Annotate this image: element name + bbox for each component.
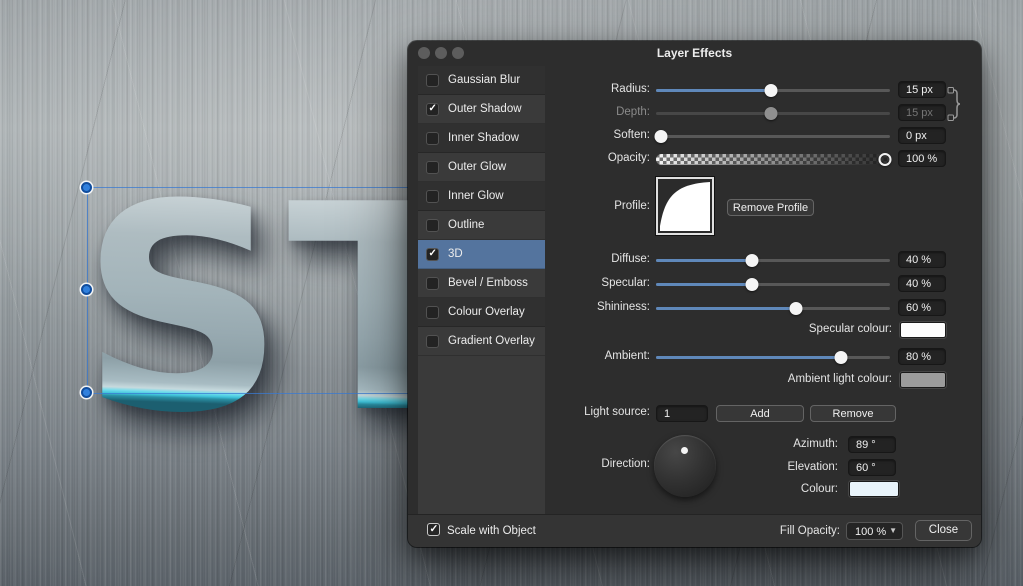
effect-label: Gradient Overlay: [448, 335, 535, 347]
depth-label: Depth:: [528, 106, 650, 118]
ambient-light-colour-label: Ambient light colour:: [688, 373, 892, 385]
light-source-label: Light source:: [528, 406, 650, 418]
azimuth-field[interactable]: 89 °: [848, 436, 896, 453]
azimuth-label: Azimuth:: [638, 438, 838, 450]
effect-label: Inner Glow: [448, 190, 504, 202]
effect-row[interactable]: Bevel / Emboss: [418, 269, 545, 298]
effect-checkbox[interactable]: [426, 219, 439, 232]
title-bar[interactable]: Layer Effects: [408, 41, 981, 66]
effect-row[interactable]: Gradient Overlay: [418, 327, 545, 356]
effect-checkbox[interactable]: [426, 190, 439, 203]
effect-label: Colour Overlay: [448, 306, 525, 318]
opacity-slider-knob[interactable]: [879, 153, 892, 166]
effect-checkbox[interactable]: [426, 306, 439, 319]
shininess-field[interactable]: 60 %: [898, 299, 946, 316]
effect-row[interactable]: Gaussian Blur: [418, 66, 545, 95]
specular-colour-swatch[interactable]: [900, 322, 946, 338]
colour-label: Colour:: [638, 483, 838, 495]
effect-row[interactable]: Inner Shadow: [418, 124, 545, 153]
dialog-footer: Scale with Object Fill Opacity: 100 % ▼ …: [408, 514, 981, 547]
profile-curve-thumbnail[interactable]: [656, 177, 714, 235]
effect-checkbox[interactable]: [426, 132, 439, 145]
specular-field[interactable]: 40 %: [898, 275, 946, 292]
elevation-field[interactable]: 60 °: [848, 459, 896, 476]
effect-label: Bevel / Emboss: [448, 277, 528, 289]
shininess-label: Shininess:: [528, 301, 650, 313]
window-title: Layer Effects: [408, 46, 981, 60]
radius-slider[interactable]: [656, 84, 890, 97]
opacity-label: Opacity:: [528, 152, 650, 164]
profile-label: Profile:: [528, 200, 650, 212]
effect-row[interactable]: Outline: [418, 211, 545, 240]
ambient-light-colour-swatch[interactable]: [900, 372, 946, 388]
remove-profile-button[interactable]: Remove Profile: [727, 199, 814, 216]
effect-label: Outer Shadow: [448, 103, 522, 115]
effect-label: Inner Shadow: [448, 132, 519, 144]
fill-opacity-label: Fill Opacity:: [730, 525, 840, 537]
effect-checkbox[interactable]: [426, 103, 439, 116]
depth-slider: [656, 107, 890, 120]
radius-label: Radius:: [528, 83, 650, 95]
chevron-down-icon: ▼: [889, 526, 897, 535]
effects-list: Gaussian Blur Outer Shadow Inner Shadow …: [418, 66, 545, 515]
effect-row[interactable]: Outer Glow: [418, 153, 545, 182]
ambient-label: Ambient:: [528, 350, 650, 362]
selection-handle-mid-left[interactable]: [81, 284, 92, 295]
effect-label: Outline: [448, 219, 484, 231]
effect-row[interactable]: 3D: [418, 240, 545, 269]
effect-row[interactable]: Outer Shadow: [418, 95, 545, 124]
soften-field[interactable]: 0 px: [898, 127, 946, 144]
specular-colour-label: Specular colour:: [688, 323, 892, 335]
elevation-label: Elevation:: [638, 461, 838, 473]
fill-opacity-popup[interactable]: 100 % ▼: [846, 522, 903, 540]
effect-checkbox[interactable]: [426, 161, 439, 174]
effect-row[interactable]: Colour Overlay: [418, 298, 545, 327]
effect-row[interactable]: Inner Glow: [418, 182, 545, 211]
ambient-slider-knob[interactable]: [834, 351, 847, 364]
effect-checkbox[interactable]: [426, 248, 439, 261]
diffuse-slider-knob[interactable]: [745, 254, 758, 267]
diffuse-slider[interactable]: [656, 254, 890, 267]
soften-label: Soften:: [528, 129, 650, 141]
radius-slider-knob[interactable]: [764, 84, 777, 97]
effect-checkbox[interactable]: [426, 335, 439, 348]
effect-checkbox[interactable]: [426, 277, 439, 290]
selection-handle-top-left[interactable]: [81, 182, 92, 193]
remove-light-button[interactable]: Remove: [810, 405, 896, 422]
light-source-field[interactable]: 1: [656, 405, 708, 422]
depth-field: 15 px: [898, 104, 946, 121]
add-light-button[interactable]: Add: [716, 405, 804, 422]
radius-field[interactable]: 15 px: [898, 81, 946, 98]
shininess-slider-knob[interactable]: [790, 302, 803, 315]
shininess-slider[interactable]: [656, 302, 890, 315]
layer-effects-dialog: Layer Effects Gaussian Blur Outer Shadow…: [408, 41, 981, 547]
scale-with-object-label: Scale with Object: [447, 525, 536, 537]
link-radius-depth-icon[interactable]: [947, 85, 963, 126]
effect-label: Gaussian Blur: [448, 74, 520, 86]
colour-swatch[interactable]: [849, 481, 899, 497]
soften-slider[interactable]: [656, 130, 890, 143]
screen: ST Layer Effects Gaussian Blur Outer Sha…: [0, 0, 1023, 586]
opacity-field[interactable]: 100 %: [898, 150, 946, 167]
effect-label: 3D: [448, 248, 463, 260]
direction-label: Direction:: [528, 458, 650, 470]
close-button[interactable]: Close: [915, 520, 972, 541]
fill-opacity-value: 100 %: [855, 526, 886, 538]
diffuse-field[interactable]: 40 %: [898, 251, 946, 268]
specular-slider-knob[interactable]: [745, 278, 758, 291]
specular-slider[interactable]: [656, 278, 890, 291]
depth-slider-knob: [764, 107, 777, 120]
effect-checkbox[interactable]: [426, 74, 439, 87]
selection-handle-bottom-left[interactable]: [81, 387, 92, 398]
soften-slider-knob[interactable]: [654, 130, 667, 143]
ambient-slider[interactable]: [656, 351, 890, 364]
diffuse-label: Diffuse:: [528, 253, 650, 265]
ambient-field[interactable]: 80 %: [898, 348, 946, 365]
effect-label: Outer Glow: [448, 161, 506, 173]
specular-label: Specular:: [528, 277, 650, 289]
scale-with-object-checkbox[interactable]: [427, 523, 440, 536]
opacity-slider[interactable]: [656, 153, 890, 166]
